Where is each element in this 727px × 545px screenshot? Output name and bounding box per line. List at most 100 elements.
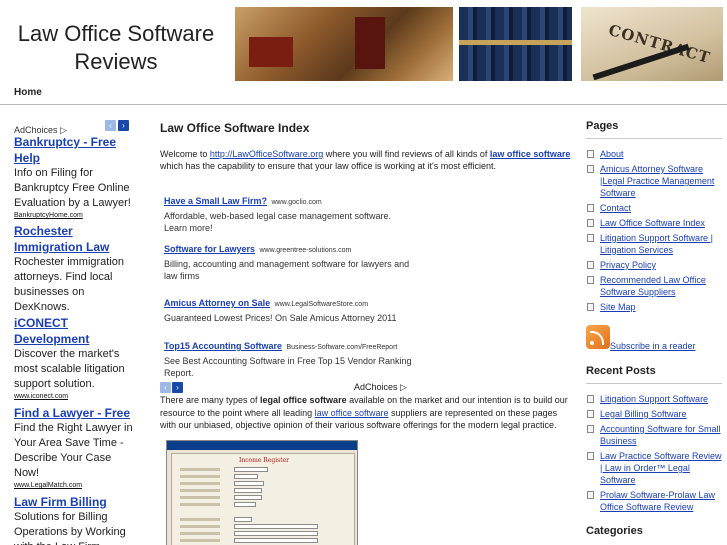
right-sidebar: Pages About Amicus Attorney Software |Le… (586, 120, 722, 538)
main-content: Law Office Software Index Welcome to htt… (160, 120, 574, 545)
ad-title[interactable]: iCONECT Development (14, 315, 134, 347)
site-title[interactable]: Law Office Software Reviews (0, 20, 232, 76)
page-link[interactable]: Privacy Policy (600, 260, 656, 270)
page-icon (587, 452, 594, 460)
inline-ad-url[interactable]: www.LegalSoftwareStore.com (275, 301, 368, 308)
header-image-desk (235, 7, 453, 81)
inline-ad-title[interactable]: Have a Small Law Firm? (164, 196, 267, 206)
inline-ad-title[interactable]: Software for Lawyers (164, 244, 255, 254)
intro-text: which has the capability to ensure that … (160, 161, 497, 171)
header-image-contract: CONTRACT (581, 7, 723, 81)
page-icon (587, 165, 594, 173)
ad-unit: Find a Lawyer - Free Find the Right Lawy… (14, 405, 134, 491)
rss-icon[interactable] (586, 325, 610, 349)
ad-url[interactable]: BankruptcyHome.com (14, 211, 134, 221)
ad-unit: iCONECT Development Discover the market'… (14, 315, 134, 402)
ad-unit: Law Firm Billing Solutions for Billing O… (14, 494, 134, 545)
contract-image-text: CONTRACT (606, 20, 713, 68)
ad-prev-button[interactable]: ‹ (105, 120, 116, 131)
pages-heading: Pages (586, 120, 619, 132)
screenshot-form-title: Income Register (238, 457, 290, 464)
ad-next-button[interactable]: › (118, 120, 129, 131)
ad-title[interactable]: Bankruptcy - Free Help (14, 134, 134, 166)
recent-post-link[interactable]: Prolaw Software-Prolaw Law Office Softwa… (600, 490, 715, 512)
list-item: Law Practice Software Review | Law in Or… (586, 450, 722, 486)
ad-description: Rochester immigration attorneys. Find lo… (14, 256, 125, 313)
site-title-line2: Reviews (74, 49, 158, 74)
ad-url[interactable]: www.LegalMatch.com (14, 481, 134, 491)
page-link[interactable]: Law Office Software Index (600, 218, 705, 228)
list-item: Amicus Attorney Software |Legal Practice… (586, 163, 722, 199)
list-item: About (586, 148, 722, 160)
screenshot-titlebar (167, 441, 357, 450)
law-office-software-link[interactable]: law office software (490, 149, 571, 159)
adchoices-label[interactable]: AdChoices ▷ (14, 125, 67, 135)
intro-text: where you will find reviews of all kinds… (323, 149, 490, 159)
page-link[interactable]: About (600, 149, 624, 159)
inline-ad-title[interactable]: Amicus Attorney on Sale (164, 298, 270, 308)
heading-divider (586, 138, 722, 139)
ad-unit: Rochester Immigration Law Rochester immi… (14, 223, 134, 315)
nav-home[interactable]: Home (14, 87, 42, 98)
ad-description: Find the Right Lawyer in Your Area Save … (14, 422, 133, 479)
page-icon (587, 491, 594, 499)
left-ad-column: AdChoices ▷ ‹ › Bankruptcy - Free Help I… (14, 120, 134, 545)
page-icon (587, 276, 594, 284)
recent-post-link[interactable]: Law Practice Software Review | Law in Or… (600, 451, 722, 485)
inline-ad: Top15 Accounting Software Business-Softw… (164, 336, 414, 379)
inline-ad-url[interactable]: Business-Software.com/FreeReport (286, 344, 397, 351)
recent-post-link[interactable]: Litigation Support Software (600, 394, 708, 404)
site-title-line1: Law Office Software (17, 21, 215, 46)
recent-post-link[interactable]: Legal Billing Software (600, 409, 687, 419)
body-text: There are many types of (160, 395, 261, 405)
ad-description: Info on Filing for Bankruptcy Free Onlin… (14, 167, 131, 209)
list-item: Privacy Policy (586, 259, 722, 271)
page-link[interactable]: Recommended Law Office Software Supplier… (600, 275, 706, 297)
page-link[interactable]: Amicus Attorney Software |Legal Practice… (600, 164, 714, 198)
inline-ad: Have a Small Law Firm? www.goclio.com Af… (164, 191, 414, 234)
inline-ad-description: Guaranteed Lowest Prices! On Sale Amicus… (164, 313, 397, 323)
inline-ad: Software for Lawyers www.greentree-solut… (164, 239, 414, 282)
rss-subscribe-link[interactable]: Subscribe in a reader (610, 341, 696, 351)
page-icon (587, 219, 594, 227)
adchoices-label[interactable]: AdChoices ▷ (354, 382, 407, 393)
page-link[interactable]: Litigation Support Software | Litigation… (600, 233, 713, 255)
ad-title[interactable]: Law Firm Billing (14, 494, 134, 510)
body-paragraph: There are many types of legal office sof… (160, 394, 574, 432)
ad-url[interactable]: www.iconect.com (14, 392, 134, 402)
recent-posts-list: Litigation Support Software Legal Billin… (586, 393, 722, 513)
intro-text: Welcome to (160, 149, 210, 159)
list-item: Law Office Software Index (586, 217, 722, 229)
law-office-software-link[interactable]: law office software (315, 408, 389, 418)
ad-prev-button[interactable]: ‹ (160, 382, 171, 393)
list-item: Contact (586, 202, 722, 214)
ad-next-button[interactable]: › (172, 382, 183, 393)
page-icon (587, 204, 594, 212)
rss-subscribe: Subscribe in a reader (586, 325, 722, 351)
inline-ad-description: Billing, accounting and management softw… (164, 259, 410, 281)
page-icon (587, 150, 594, 158)
recent-post-link[interactable]: Accounting Software for Small Business (600, 424, 721, 446)
ad-title[interactable]: Find a Lawyer - Free (14, 405, 134, 421)
inline-ad-description: See Best Accounting Software in Free Top… (164, 356, 412, 378)
inline-ad-title[interactable]: Top15 Accounting Software (164, 341, 282, 351)
software-screenshot: Income Register (166, 440, 358, 545)
list-item: Site Map (586, 301, 722, 313)
inline-ad-url[interactable]: www.greentree-solutions.com (259, 247, 351, 254)
page-icon (587, 425, 594, 433)
inline-ad-url[interactable]: www.goclio.com (272, 199, 322, 206)
categories-heading: Categories (586, 525, 643, 537)
ad-title[interactable]: Rochester Immigration Law (14, 223, 134, 255)
list-item: Prolaw Software-Prolaw Law Office Softwa… (586, 489, 722, 513)
site-link[interactable]: http://LawOfficeSoftware.org (210, 149, 323, 159)
page-icon (587, 261, 594, 269)
page-link[interactable]: Contact (600, 203, 631, 213)
page-icon (587, 303, 594, 311)
page-link[interactable]: Site Map (600, 302, 636, 312)
inline-ad: Amicus Attorney on Sale www.LegalSoftwar… (164, 293, 414, 324)
header-image-law-books (459, 7, 572, 81)
nav-divider (0, 104, 727, 105)
list-item: Litigation Support Software | Litigation… (586, 232, 722, 256)
site-header: Law Office Software Reviews CONTRACT (0, 0, 727, 84)
inline-ad-description: Affordable, web-based legal case managem… (164, 211, 391, 233)
